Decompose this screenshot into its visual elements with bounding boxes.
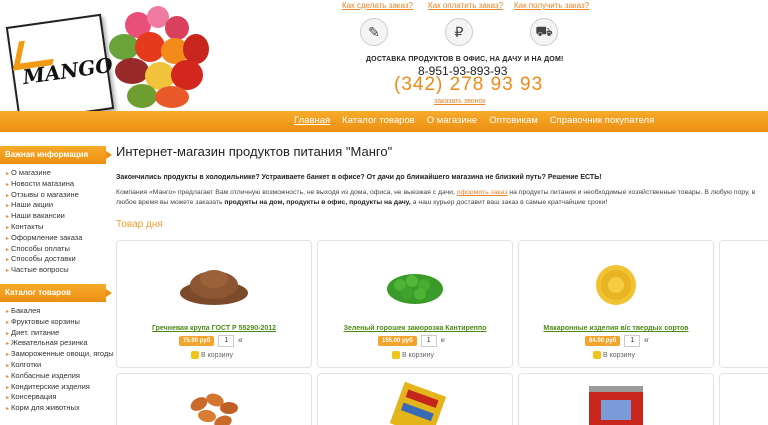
how-to-receive-link[interactable]: Как получить заказ? — [514, 1, 600, 10]
unit-label: кг — [644, 338, 650, 344]
add-to-cart-button[interactable]: В корзину — [392, 351, 434, 359]
price-badge: 64.00 руб — [585, 336, 621, 346]
add-to-cart-label: В корзину — [603, 351, 635, 359]
cart-icon — [593, 351, 601, 359]
product-card: Зеленый горошек заморозка Кантиреппо 155… — [317, 240, 513, 368]
product-card-partial — [116, 373, 312, 425]
product-name-link[interactable]: Зеленый горошек заморозка Кантиреппо — [318, 325, 512, 332]
pasta-image[interactable] — [581, 259, 651, 307]
product-name-link[interactable]: Макаронные изделия в/с твердых сортов — [519, 325, 713, 332]
place-order-link[interactable]: оформить заказ — [457, 189, 508, 196]
product-card-partial — [518, 373, 714, 425]
quantity-input[interactable]: 1 — [624, 335, 641, 347]
top-links: Как сделать заказ? Как оплатить заказ? К… — [342, 1, 600, 10]
catalog-item-chewing-gum[interactable]: Жевательная резинка — [6, 338, 110, 349]
intro-text-part-1: Компания «Манго» предлагает Вам отличную… — [116, 189, 457, 196]
sidebar-item-promos[interactable]: Наши акции — [6, 200, 110, 211]
callback-link[interactable]: заказать звонок — [434, 98, 485, 105]
catalog-item-grocery[interactable]: Бакалея — [6, 306, 110, 317]
sidebar-item-ordering[interactable]: Оформление заказа — [6, 233, 110, 244]
main-nav: Главная Каталог товаров О магазине Оптов… — [0, 111, 768, 132]
buy-row: 155.00 руб 1 кг — [378, 335, 445, 347]
sidebar-catalog-title: Каталог товаров — [0, 283, 112, 302]
nav-wholesale[interactable]: Оптовикам — [489, 115, 538, 126]
sidebar-item-contacts[interactable]: Контакты — [6, 222, 110, 233]
product-name-link[interactable]: Гречневая крупа ГОСТ Р 55290-2012 — [117, 325, 311, 332]
buy-row: 64.00 руб 1 кг — [585, 335, 649, 347]
catalog-item-frozen[interactable]: Замороженные овощи, ягоды — [6, 349, 114, 360]
catalog-item-canned[interactable]: Консервация — [6, 392, 110, 403]
how-to-order-link[interactable]: Как сделать заказ? — [342, 1, 428, 10]
ruble-icon[interactable]: ₽ — [445, 18, 473, 46]
product-grid: Гречневая крупа ГОСТ Р 55290-2012 75.00 … — [116, 240, 768, 425]
product-card: Макаронные изделия в/с твердых сортов 64… — [518, 240, 714, 368]
quantity-input[interactable]: 1 — [420, 335, 437, 347]
clipboard-icon[interactable]: ✎ — [360, 18, 388, 46]
catalog-item-tights[interactable]: Колготки — [6, 360, 110, 371]
buckwheat-image[interactable] — [179, 259, 249, 307]
sidebar-item-faq[interactable]: Частые вопросы — [6, 265, 110, 276]
candy-box-image[interactable] — [390, 378, 446, 425]
sidebar-info-title: Важная информация — [0, 146, 112, 164]
sidebar-item-payment[interactable]: Способы оплаты — [6, 244, 110, 255]
catalog-item-pet-food[interactable]: Корм для животных — [6, 403, 110, 414]
intro-text-bold: продукты на дом, продукты в офис, продук… — [224, 198, 411, 206]
delivery-truck-icon[interactable]: ⛟ — [530, 18, 558, 46]
nav-about[interactable]: О магазине — [427, 115, 477, 126]
price-badge: 75.00 руб — [179, 336, 215, 346]
vegetables-image — [95, 4, 217, 114]
product-card-partial — [719, 240, 768, 368]
green-peas-image[interactable] — [380, 259, 450, 307]
main-content: Интернет-магазин продуктов питания "Манг… — [116, 144, 768, 425]
nav-catalog[interactable]: Каталог товаров — [342, 115, 415, 126]
unit-label: кг — [238, 338, 244, 344]
catalog-item-sausages[interactable]: Колбасные изделия — [6, 371, 110, 382]
price-badge: 155.00 руб — [378, 336, 417, 346]
sidebar: Важная информация О магазине Новости маг… — [0, 146, 114, 420]
sidebar-item-news[interactable]: Новости магазина — [6, 179, 110, 190]
cart-icon — [191, 351, 199, 359]
phone-main: (342) 278 93 93 — [394, 74, 544, 95]
product-of-day-title: Товар дня — [116, 219, 163, 230]
sidebar-item-reviews[interactable]: Отзывы о магазине — [6, 190, 110, 201]
product-card: Гречневая крупа ГОСТ Р 55290-2012 75.00 … — [116, 240, 312, 368]
add-to-cart-button[interactable]: В корзину — [191, 351, 233, 359]
almonds-image[interactable] — [179, 382, 249, 425]
top-icons: ✎ ₽ ⛟ — [360, 18, 615, 46]
product-card-partial — [317, 373, 513, 425]
buy-row: 75.00 руб 1 кг — [179, 335, 243, 347]
lead-text: Закончились продукты в холодильнике? Уст… — [116, 174, 602, 181]
product-card-partial — [719, 373, 768, 425]
unit-label: кг — [440, 338, 446, 344]
sidebar-catalog-list: Бакалея Фруктовые корзины Диет. питание … — [0, 302, 114, 420]
sidebar-item-about[interactable]: О магазине — [6, 168, 110, 179]
add-to-cart-button[interactable]: В корзину — [593, 351, 635, 359]
catalog-item-diet[interactable]: Диет. питание — [6, 328, 110, 339]
sidebar-item-delivery[interactable]: Способы доставки — [6, 254, 110, 265]
add-to-cart-label: В корзину — [201, 351, 233, 359]
catalog-item-confectionery[interactable]: Кондитерские изделия — [6, 382, 110, 393]
canned-food-image[interactable] — [581, 380, 651, 425]
quantity-input[interactable]: 1 — [218, 335, 235, 347]
intro-text: Компания «Манго» предлагает Вам отличную… — [116, 188, 756, 207]
logo[interactable]: MANGO — [0, 0, 220, 125]
page-title: Интернет-магазин продуктов питания "Манг… — [116, 144, 393, 159]
sidebar-item-vacancies[interactable]: Наши вакансии — [6, 211, 110, 222]
cart-icon — [392, 351, 400, 359]
how-to-pay-link[interactable]: Как оплатить заказ? — [428, 1, 514, 10]
delivery-slogan: ДОСТАВКА ПРОДУКТОВ В ОФИС, НА ДАЧУ И НА … — [366, 56, 564, 63]
intro-text-part-3: а наш курьер доставит ваш заказ в самые … — [410, 198, 608, 206]
sidebar-info-list: О магазине Новости магазина Отзывы о маг… — [0, 164, 110, 282]
nav-home[interactable]: Главная — [294, 115, 330, 126]
nav-buyer-guide[interactable]: Справочник покупателя — [550, 115, 654, 126]
add-to-cart-label: В корзину — [402, 351, 434, 359]
catalog-item-fruit-baskets[interactable]: Фруктовые корзины — [6, 317, 110, 328]
